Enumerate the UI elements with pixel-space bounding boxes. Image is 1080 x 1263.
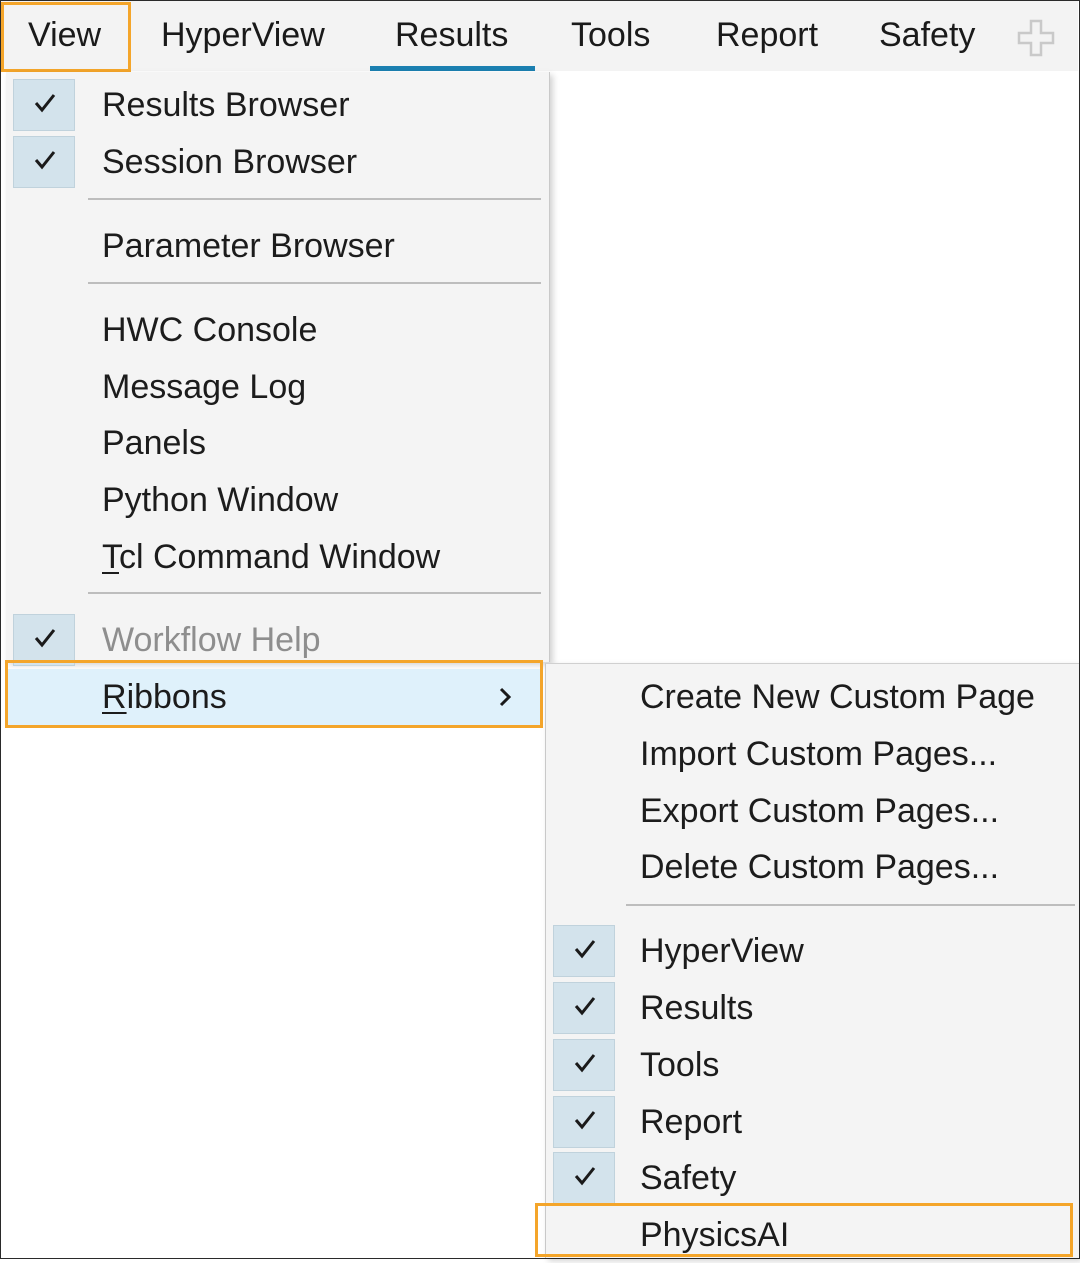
menu-item-label: HWC Console — [102, 311, 318, 349]
menu-item-message-log[interactable]: Message Log — [6, 359, 549, 415]
tab-view[interactable]: View — [28, 1, 101, 71]
menu-item-create-new-custom-page[interactable]: Create New Custom Page — [546, 669, 1079, 725]
view-menu: Results Browser Session Browser Paramete… — [6, 72, 550, 666]
menu-item-ribbon-tools[interactable]: Tools — [546, 1037, 1079, 1093]
menu-item-label: Message Log — [102, 368, 307, 406]
menu-item-ribbons[interactable]: Ribbons — [6, 669, 542, 725]
menu-item-label: Ribbons — [102, 669, 227, 725]
menu-separator — [88, 198, 541, 200]
menu-item-label: Python Window — [102, 481, 339, 519]
menu-item-export-custom-pages[interactable]: Export Custom Pages... — [546, 783, 1079, 839]
menu-item-parameter-browser[interactable]: Parameter Browser — [6, 218, 549, 274]
menu-item-session-browser[interactable]: Session Browser — [6, 134, 549, 190]
menubar: View HyperView Results Tools Report Safe… — [1, 1, 1078, 71]
menu-item-ribbon-safety[interactable]: Safety — [546, 1150, 1079, 1206]
menu-item-ribbon-results[interactable]: Results — [546, 980, 1079, 1036]
tab-report[interactable]: Report — [716, 1, 818, 71]
menu-item-label: Workflow Help — [102, 621, 321, 659]
mnemonic-letter: R — [102, 678, 127, 716]
checkmark-icon — [553, 1152, 615, 1204]
menu-item-delete-custom-pages[interactable]: Delete Custom Pages... — [546, 839, 1079, 895]
checkmark-icon — [13, 136, 75, 188]
menu-item-ribbon-report[interactable]: Report — [546, 1094, 1079, 1150]
menu-item-label: Results Browser — [102, 86, 350, 124]
menu-item-label: PhysicsAI — [640, 1216, 790, 1254]
menu-item-label: Export Custom Pages... — [640, 792, 1000, 830]
checkmark-icon — [553, 1096, 615, 1148]
menu-item-label: Session Browser — [102, 143, 358, 181]
menu-item-panels[interactable]: Panels — [6, 415, 549, 471]
menu-separator — [88, 592, 541, 594]
menu-item-label: Import Custom Pages... — [640, 735, 998, 773]
menu-item-label: Panels — [102, 424, 206, 462]
checkmark-icon — [13, 79, 75, 131]
menu-item-label: Report — [640, 1103, 743, 1141]
plus-icon[interactable] — [1017, 19, 1055, 57]
menu-item-label-rest: cl Command Window — [119, 538, 441, 576]
menu-item-ribbon-hyperview[interactable]: HyperView — [546, 923, 1079, 979]
menu-item-tcl-command-window[interactable]: Tcl Command Window — [6, 529, 549, 585]
checkmark-icon — [553, 1039, 615, 1091]
menu-item-label: Safety — [640, 1159, 737, 1197]
menu-item-label: Tools — [640, 1046, 720, 1084]
menu-item-label: Tcl Command Window — [102, 529, 440, 585]
menu-item-label: Results — [640, 989, 754, 1027]
menu-item-label: HyperView — [640, 932, 804, 970]
menu-item-hwc-console[interactable]: HWC Console — [6, 302, 549, 358]
menu-item-import-custom-pages[interactable]: Import Custom Pages... — [546, 726, 1079, 782]
tab-hyperview[interactable]: HyperView — [161, 1, 325, 71]
tab-results[interactable]: Results — [369, 1, 536, 71]
menu-item-ribbon-physicsai[interactable]: PhysicsAI — [546, 1207, 1079, 1263]
menu-item-label: Delete Custom Pages... — [640, 848, 1000, 886]
ribbons-submenu: Create New Custom Page Import Custom Pag… — [545, 663, 1079, 1258]
menu-item-results-browser[interactable]: Results Browser — [6, 77, 549, 133]
tab-tools[interactable]: Tools — [571, 1, 650, 71]
checkmark-icon — [553, 982, 615, 1034]
menu-item-label: Parameter Browser — [102, 227, 395, 265]
checkmark-icon — [13, 614, 75, 666]
menu-item-label-rest: ibbons — [126, 678, 227, 716]
chevron-right-icon — [499, 687, 512, 707]
menu-separator — [88, 282, 541, 284]
checkmark-icon — [553, 925, 615, 977]
menu-item-python-window[interactable]: Python Window — [6, 472, 549, 528]
tab-safety[interactable]: Safety — [879, 1, 975, 71]
menu-item-label: Create New Custom Page — [640, 678, 1035, 716]
menu-item-workflow-help: Workflow Help — [6, 612, 549, 668]
mnemonic-letter: T — [102, 538, 119, 576]
menu-separator — [626, 904, 1075, 906]
